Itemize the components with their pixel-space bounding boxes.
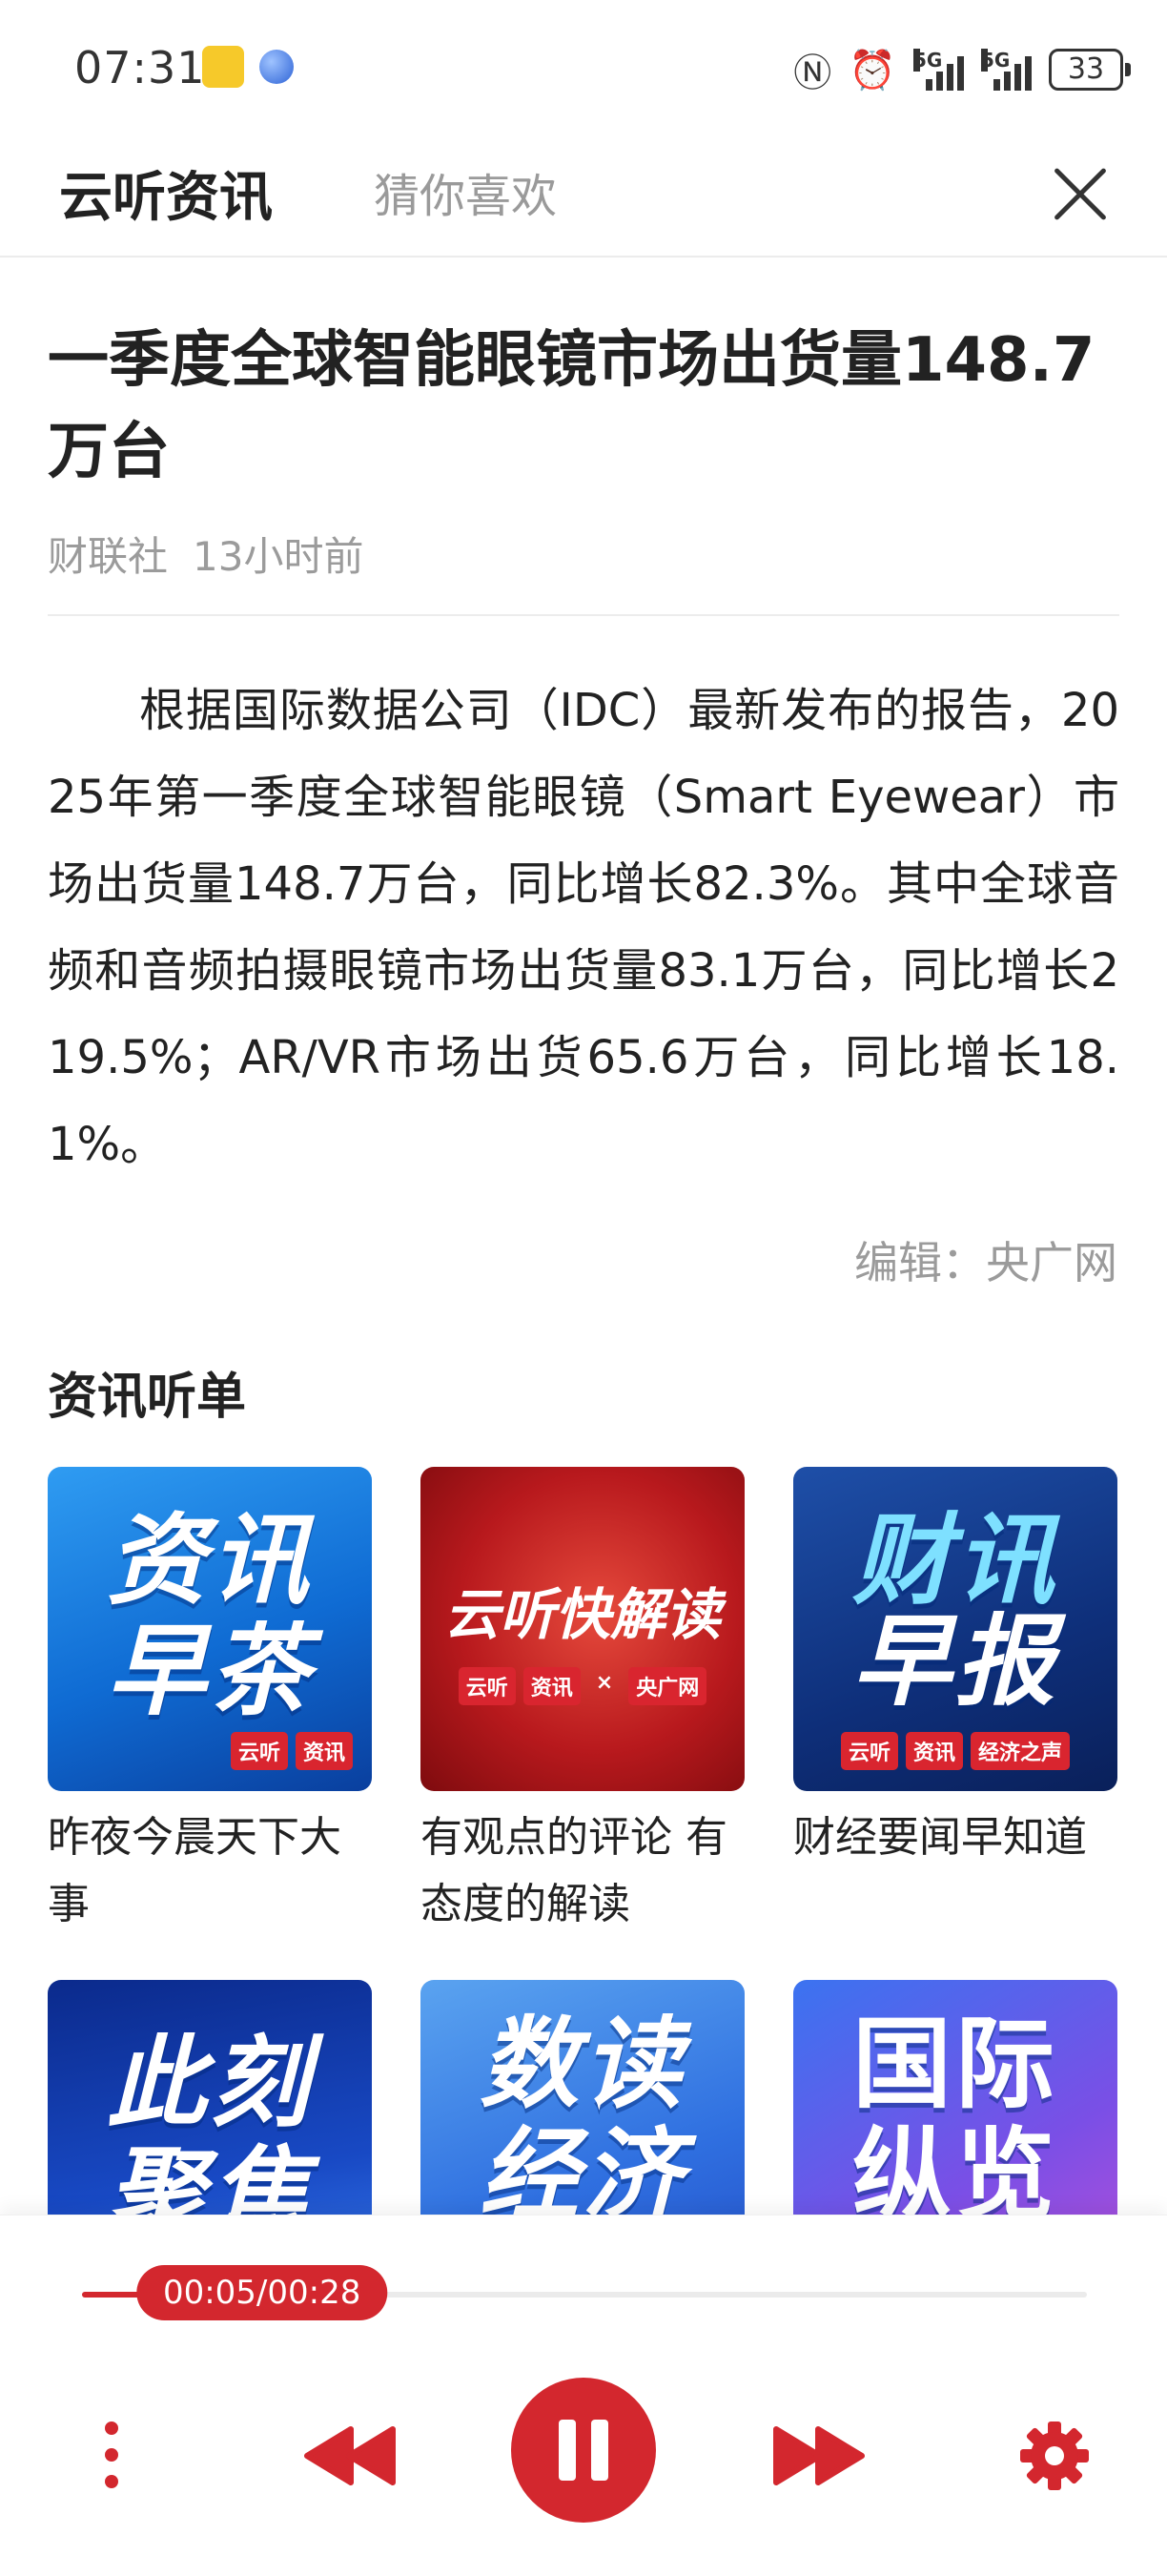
thumb-title-line2: 早茶 <box>106 1613 313 1729</box>
playlist-card-desc: 有观点的评论 有态度的解读 <box>420 1813 727 1928</box>
browser-notification-icon <box>259 50 294 84</box>
article-editor: 编辑：央广网 <box>854 1237 1117 1288</box>
pause-button[interactable] <box>511 2378 656 2523</box>
playlist-card-desc: 财经要闻早知道 <box>793 1813 1087 1862</box>
thumb-title-line1: 此刻 <box>106 2025 313 2141</box>
thumb-badges: 云听 资讯 × 央广网 <box>420 1667 745 1705</box>
thumb-title-line1: 国际 <box>851 2006 1058 2122</box>
article-source: 财联社 <box>48 533 169 580</box>
playlist-card-desc: 昨夜今晨天下大事 <box>48 1813 341 1928</box>
tab-you-may-like[interactable]: 猜你喜欢 <box>374 158 557 225</box>
status-time: 07:31 <box>74 42 206 93</box>
thumb-badges: 云听 资讯 <box>48 1732 372 1770</box>
status-icons: Ⓝ ⏰ 5G 5G 33 <box>793 42 1131 97</box>
top-tab-bar: 云听资讯 猜你喜欢 <box>0 134 1167 258</box>
badge: 云听 <box>840 1732 898 1770</box>
thumb-title-line1: 资讯 <box>106 1502 313 1618</box>
badge: 云听 <box>230 1732 288 1770</box>
pause-icon <box>559 2420 576 2481</box>
thumb-title-line2: 经济 <box>479 2116 686 2233</box>
playlist-thumbnail: 财讯 早报 云听 资讯 经济之声 <box>793 1467 1117 1791</box>
badge: 云听 <box>458 1667 516 1705</box>
badge: 经济之声 <box>971 1732 1071 1770</box>
playlist-card[interactable]: 资讯 早茶 云听 资讯 昨夜今晨天下大事 <box>48 1467 372 1938</box>
signal-icon-2: 5G <box>981 49 1032 91</box>
close-icon[interactable] <box>1049 162 1112 225</box>
badge: × <box>595 1671 614 1695</box>
badge: 资讯 <box>295 1732 353 1770</box>
thumb-title-line2: 纵览 <box>851 2116 1058 2233</box>
network-type-label-2: 5G <box>981 49 1011 72</box>
badge: 资讯 <box>522 1667 581 1705</box>
app-notification-icon <box>202 46 244 88</box>
divider <box>48 614 1119 616</box>
thumb-badges: 云听 资讯 经济之声 <box>793 1732 1117 1770</box>
progress-time-label[interactable]: 00:05/00:28 <box>135 2265 388 2320</box>
status-bar: 07:31 Ⓝ ⏰ 5G 5G 33 <box>0 0 1167 134</box>
gear-icon[interactable] <box>1018 2420 1091 2492</box>
thumb-title-line1: 云听快解读 <box>443 1582 721 1647</box>
network-type-label: 5G <box>913 49 943 72</box>
nfc-icon: Ⓝ <box>793 52 832 95</box>
battery-icon: 33 <box>1049 49 1131 91</box>
thumb-title-line1: 数读 <box>479 2006 686 2122</box>
signal-icon: 5G <box>913 49 964 91</box>
playlist-card[interactable]: 财讯 早报 云听 资讯 经济之声 财经要闻早知道 <box>793 1467 1117 1871</box>
badge: 央广网 <box>628 1667 707 1705</box>
section-title: 资讯听单 <box>48 1369 247 1426</box>
playlist-thumbnail: 云听快解读 云听 资讯 × 央广网 <box>420 1467 745 1791</box>
audio-player: 00:05/00:28 <box>0 2215 1167 2576</box>
more-vertical-icon[interactable] <box>105 2421 120 2490</box>
playlist-card[interactable]: 云听快解读 云听 资讯 × 央广网 有观点的评论 有态度的解读 <box>420 1467 745 1938</box>
fast-forward-icon[interactable] <box>770 2425 866 2486</box>
thumb-title-line1: 财讯 <box>851 1502 1058 1618</box>
tab-yunting-news[interactable]: 云听资讯 <box>59 155 273 232</box>
playlist-thumbnail: 资讯 早茶 云听 资讯 <box>48 1467 372 1791</box>
thumb-title-line2: 早报 <box>851 1603 1058 1720</box>
article-title: 一季度全球智能眼镜市场出货量148.7万台 <box>48 325 1095 487</box>
article-time: 13小时前 <box>193 533 364 580</box>
alarm-icon: ⏰ <box>849 48 896 93</box>
pause-icon-bar <box>591 2420 608 2481</box>
rewind-icon[interactable] <box>303 2425 399 2486</box>
badge: 资讯 <box>905 1732 963 1770</box>
article-body: 根据国际数据公司（IDC）最新发布的报告，2025年第一季度全球智能眼镜（Sma… <box>48 684 1119 1171</box>
article-meta: 财联社 13小时前 <box>48 525 388 583</box>
